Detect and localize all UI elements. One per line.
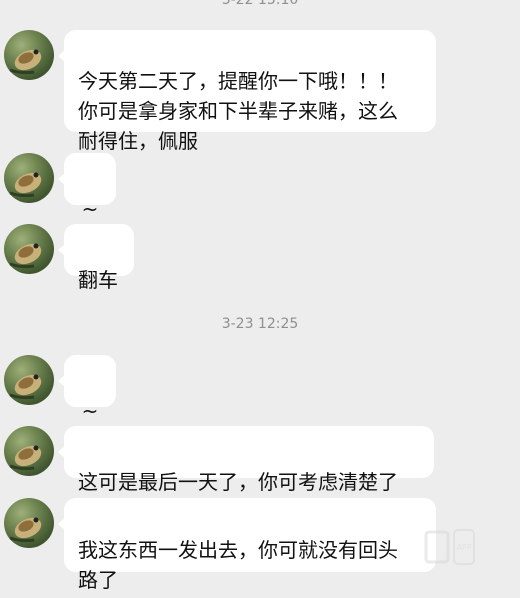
frog-avatar-icon xyxy=(9,445,42,471)
message-text: 这可是最后一天了，你可考虑清楚了 xyxy=(78,470,398,494)
frog-avatar-icon xyxy=(9,374,42,400)
avatar[interactable] xyxy=(4,224,54,274)
message-bubble[interactable]: 今天第二天了，提醒你一下哦！！！ 你可是拿身家和下半辈子来赌，这么 耐得住，佩服 xyxy=(58,30,436,153)
frog-avatar-icon xyxy=(9,49,42,75)
message-bubble[interactable]: ~ xyxy=(58,153,116,221)
svg-text:APP: APP xyxy=(456,543,471,552)
frog-avatar-icon xyxy=(9,517,42,543)
frog-avatar-icon xyxy=(9,172,42,198)
message-text: ~ xyxy=(81,399,99,423)
message-bubble[interactable]: ~ xyxy=(58,355,116,423)
avatar[interactable] xyxy=(4,153,54,203)
avatar[interactable] xyxy=(4,498,54,548)
frog-avatar-icon xyxy=(9,243,42,269)
message-text: 翻车 xyxy=(78,268,118,292)
message-bubble[interactable]: 我这东西一发出去，你可就没有回头 路了 xyxy=(58,498,436,592)
timestamp-middle: 3-23 12:25 xyxy=(221,316,299,332)
avatar[interactable] xyxy=(4,355,54,405)
timestamp-top: 3-22 15:10 xyxy=(221,0,299,8)
message-text: 今天第二天了，提醒你一下哦！！！ 你可是拿身家和下半辈子来赌，这么 耐得住，佩服 xyxy=(78,69,398,153)
avatar[interactable] xyxy=(4,30,54,80)
message-text: 我这东西一发出去，你可就没有回头 路了 xyxy=(78,538,398,592)
message-bubble[interactable]: 翻车 xyxy=(58,224,134,292)
app-watermark-icon: APP xyxy=(420,526,480,570)
avatar[interactable] xyxy=(4,426,54,476)
message-bubble[interactable]: 这可是最后一天了，你可考虑清楚了 xyxy=(58,426,434,494)
message-text: ~ xyxy=(81,197,99,221)
